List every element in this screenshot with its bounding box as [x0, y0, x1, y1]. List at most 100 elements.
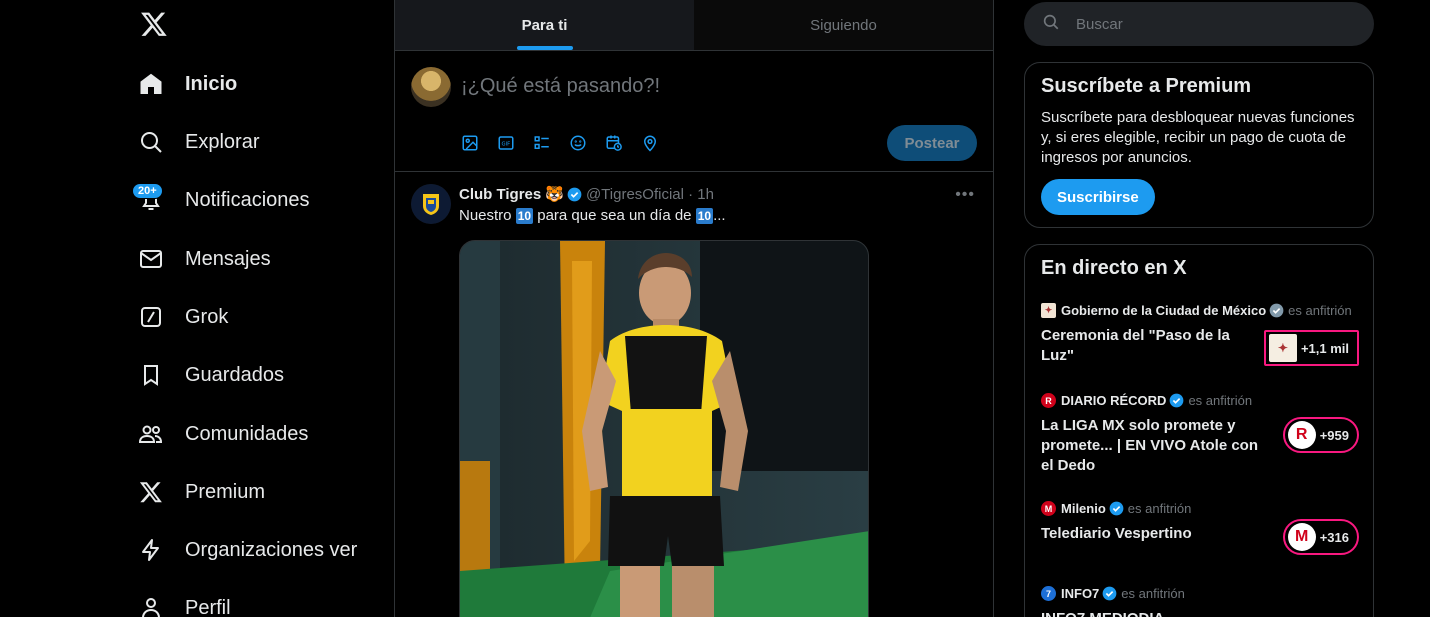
tweet-text-part: para que sea un día de — [533, 207, 696, 224]
home-icon — [138, 71, 164, 97]
nav-messages[interactable]: Mensajes — [128, 234, 271, 284]
gif-icon[interactable]: GIF — [497, 133, 533, 153]
tigres-avatar[interactable] — [411, 184, 451, 224]
x-logo-icon — [138, 479, 164, 505]
compose-input[interactable]: ¡¿Qué está pasando?! — [461, 75, 660, 98]
listener-count[interactable]: R +959 — [1282, 417, 1359, 453]
nav-explore[interactable]: Explorar — [128, 117, 259, 167]
composer-toolbar: GIF — [461, 133, 677, 153]
cdmx-avatar-icon: ✦ — [1268, 334, 1297, 362]
nav-label: Premium — [185, 480, 266, 503]
people-icon — [138, 421, 164, 447]
nav-label: Guardados — [185, 363, 284, 386]
nav-label: Comunidades — [185, 422, 309, 445]
host-name: Gobierno de la Ciudad de México — [1061, 303, 1267, 318]
premium-title: Suscríbete a Premium — [1041, 75, 1252, 97]
host-line: M Milenio es anfitrión — [1041, 501, 1359, 516]
verified-badge-icon — [567, 187, 582, 201]
live-space-item[interactable]: R DIARIO RÉCORD es anfitrión La LIGA MX … — [1041, 393, 1359, 476]
tab-following[interactable]: Siguiendo — [694, 0, 993, 50]
verified-gray-badge-icon — [1269, 303, 1284, 318]
left-navigation: Inicio Explorar 20+ Notificaciones Mensa… — [128, 0, 394, 617]
cdmx-logo-icon: ✦ — [1041, 303, 1056, 318]
verified-badge-icon — [1170, 393, 1184, 408]
host-role: es anfitrión — [1127, 501, 1192, 516]
info7-logo-icon: 7 — [1041, 586, 1056, 601]
host-line: 7 INFO7 es anfitrión — [1041, 586, 1359, 601]
app-root: Inicio Explorar 20+ Notificaciones Mensa… — [0, 0, 1430, 617]
nav-label: Perfil — [185, 596, 231, 617]
listener-count-text: +959 — [1319, 427, 1349, 443]
tweet-header: Club Tigres 🐯 @TigresOficial · 1h — [459, 185, 714, 204]
record-avatar-icon: R — [1287, 421, 1316, 449]
nav-label: Mensajes — [185, 247, 271, 270]
nav-label: Organizaciones ver — [185, 538, 358, 561]
nav-label: Inicio — [185, 72, 238, 95]
space-title: INFO7 MEDIODIA — [1041, 609, 1263, 617]
x-logo-icon[interactable] — [138, 8, 170, 40]
player-photo-illustration — [460, 241, 868, 617]
space-title: Ceremonia del "Paso de la Luz" — [1041, 327, 1230, 364]
space-title: Telediario Vespertino — [1041, 525, 1192, 542]
image-icon[interactable] — [461, 133, 497, 153]
verified-badge-icon — [1102, 586, 1117, 601]
more-options-icon[interactable]: ••• — [955, 186, 975, 204]
host-role: es anfitrión — [1121, 586, 1185, 601]
poll-icon[interactable] — [533, 133, 569, 153]
tweet-text: Nuestro 10 para que sea un día de 10... — [459, 207, 726, 224]
emoji-icon[interactable] — [569, 133, 605, 153]
nav-home[interactable]: Inicio — [128, 59, 237, 109]
tweet[interactable]: Club Tigres 🐯 @TigresOficial · 1h ••• Nu… — [395, 172, 993, 617]
live-space-item[interactable]: ✦ Gobierno de la Ciudad de México es anf… — [1041, 303, 1359, 366]
nav-bookmarks[interactable]: Guardados — [128, 350, 284, 400]
subscribe-button[interactable]: Suscribirse — [1041, 179, 1155, 215]
author-name[interactable]: Club Tigres — [459, 186, 541, 203]
avatar[interactable] — [411, 67, 451, 107]
tiger-emoji: 🐯 — [545, 186, 564, 203]
bookmark-icon — [138, 362, 164, 388]
keycap-ten-emoji: 10 — [695, 208, 714, 224]
host-role: es anfitrión — [1288, 303, 1352, 318]
nav-notifications[interactable]: 20+ Notificaciones — [128, 175, 310, 225]
nav-verified-orgs[interactable]: Organizaciones ver — [128, 525, 357, 575]
search-input[interactable] — [1076, 15, 1336, 33]
verified-badge-icon — [1109, 501, 1124, 516]
svg-text:GIF: GIF — [502, 141, 511, 147]
lightning-icon — [138, 537, 164, 563]
premium-card: Suscríbete a Premium Suscríbete para des… — [1024, 62, 1374, 228]
main-feed: Para ti Siguiendo ¡¿Qué está pasando?! G… — [394, 0, 994, 617]
tweet-photo[interactable] — [459, 240, 869, 617]
live-space-item[interactable]: 7 INFO7 es anfitrión INFO7 MEDIODIA — [1041, 586, 1359, 617]
author-handle[interactable]: @TigresOficial · 1h — [586, 186, 714, 203]
tweet-text-part: Nuestro — [459, 207, 516, 224]
listener-count[interactable]: M +316 — [1282, 519, 1359, 555]
nav-profile[interactable]: Perfil — [128, 583, 231, 617]
grok-icon — [138, 304, 164, 330]
location-icon[interactable] — [641, 133, 677, 153]
search-box[interactable] — [1024, 2, 1374, 46]
nav-grok[interactable]: Grok — [128, 292, 228, 342]
tweet-text-part: ... — [713, 207, 726, 224]
listener-count-text: +316 — [1319, 529, 1349, 545]
nav-label: Grok — [185, 305, 229, 328]
post-button[interactable]: Postear — [887, 125, 977, 161]
feed-tabs: Para ti Siguiendo — [395, 0, 993, 51]
listener-count[interactable]: ✦ +1,1 mil — [1263, 330, 1359, 366]
envelope-icon — [138, 246, 164, 272]
live-title: En directo en X — [1041, 257, 1187, 279]
host-name: INFO7 — [1061, 586, 1100, 601]
search-icon — [138, 129, 164, 155]
nav-premium[interactable]: Premium — [128, 467, 265, 517]
host-line: R DIARIO RÉCORD es anfitrión — [1041, 393, 1359, 408]
schedule-icon[interactable] — [605, 133, 641, 153]
tab-for-you[interactable]: Para ti — [395, 0, 694, 50]
live-on-x-card: En directo en X ✦ Gobierno de la Ciudad … — [1024, 244, 1374, 617]
post-composer: ¡¿Qué está pasando?! GIF Postear — [395, 51, 993, 172]
milenio-logo-icon: M — [1041, 501, 1056, 516]
live-space-item[interactable]: M Milenio es anfitrión Telediario Vesper… — [1041, 501, 1359, 555]
host-role: es anfitrión — [1188, 393, 1253, 408]
nav-communities[interactable]: Comunidades — [128, 409, 308, 459]
host-name: DIARIO RÉCORD — [1061, 393, 1167, 408]
premium-description: Suscríbete para desbloquear nuevas funci… — [1041, 109, 1355, 166]
record-logo-icon: R — [1041, 393, 1056, 408]
